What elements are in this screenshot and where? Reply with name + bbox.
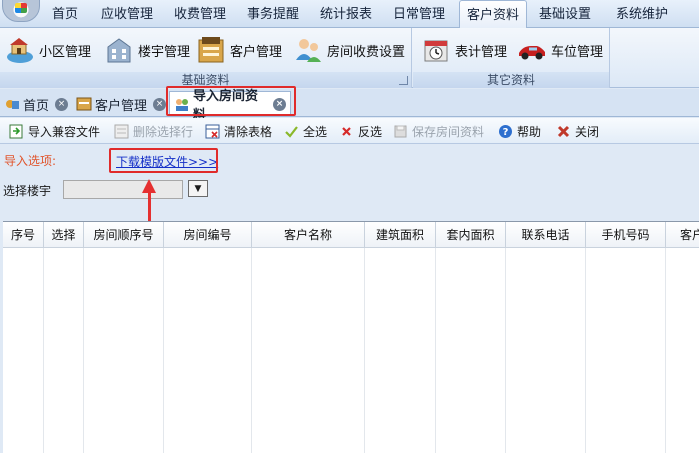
save-room-data-label: 保存房间资料: [412, 124, 485, 139]
room-data-grid[interactable]: 序号 选择 房间顺序号 房间编号 客户名称 建筑面积 套内面积 联系电话 手机号…: [3, 221, 699, 453]
invert-selection-label: 反选: [358, 124, 383, 139]
import-options-label: 导入选项:: [4, 154, 57, 168]
community-management-button[interactable]: 小区管理: [5, 33, 91, 67]
clear-table-icon: [205, 124, 220, 139]
ribbon-group-other: 表计管理 车位管理 其它资料: [413, 28, 610, 88]
tab-customer-management-label: 客户管理: [95, 98, 148, 114]
community-management-label: 小区管理: [39, 44, 92, 60]
save-room-data-button[interactable]: 保存房间资料: [393, 122, 484, 140]
meter-management-button[interactable]: 表计管理: [421, 33, 507, 67]
clear-table-label: 清除表格: [224, 124, 273, 139]
menu-reports[interactable]: 统计报表: [311, 0, 381, 28]
help-button[interactable]: ? 帮助: [498, 122, 541, 140]
select-all-button[interactable]: 全选: [284, 122, 327, 140]
close-label: 关闭: [575, 124, 600, 139]
parking-management-button[interactable]: 车位管理: [517, 33, 603, 67]
customer-file-icon: [196, 35, 226, 65]
tab-customer-management[interactable]: 客户管理 ×: [72, 93, 170, 115]
help-icon: ?: [498, 124, 513, 139]
menu-system-maintenance[interactable]: 系统维护: [604, 0, 680, 28]
meter-management-label: 表计管理: [455, 44, 508, 60]
app-logo-icon[interactable]: [2, 0, 40, 22]
dialog-launcher-icon[interactable]: [399, 76, 408, 85]
column-header-select[interactable]: 选择: [44, 222, 84, 248]
main-menu-bar: 首页 应收管理 收费管理 事务提醒 统计报表 日常管理 客户资料 基础设置 系统…: [0, 0, 699, 29]
import-file-button[interactable]: 导入兼容文件: [9, 122, 100, 140]
grid-column-body: [44, 248, 84, 453]
menu-receivables[interactable]: 应收管理: [92, 0, 162, 28]
grid-column-body: [3, 248, 44, 453]
tab-home-label: 首页: [23, 98, 50, 114]
grid-header: 序号 选择 房间顺序号 房间编号 客户名称 建筑面积 套内面积 联系电话 手机号…: [3, 222, 699, 248]
grid-column-body: [365, 248, 436, 453]
menu-daily[interactable]: 日常管理: [384, 0, 454, 28]
document-tabs: 首页 × 客户管理 × 导入房间资料 ×: [0, 86, 699, 123]
column-header-building-area[interactable]: 建筑面积: [365, 222, 436, 248]
tab-highlight-annotation: [166, 86, 296, 116]
svg-text:?: ?: [503, 127, 509, 138]
community-icon: [5, 35, 35, 65]
cross-icon: [339, 124, 354, 139]
column-header-contact-phone[interactable]: 联系电话: [506, 222, 586, 248]
close-tab-customer-icon[interactable]: ×: [153, 97, 167, 111]
parking-management-label: 车位管理: [551, 44, 604, 60]
grid-column-body: [436, 248, 506, 453]
select-building-label: 选择楼宇: [3, 184, 52, 198]
customer-tab-icon: [76, 96, 92, 112]
grid-column-body: [506, 248, 586, 453]
column-header-room-number[interactable]: 房间编号: [164, 222, 252, 248]
close-button[interactable]: 关闭: [556, 122, 599, 140]
select-all-label: 全选: [303, 124, 328, 139]
column-header-inner-area[interactable]: 套内面积: [436, 222, 506, 248]
building-management-button[interactable]: 楼宇管理: [104, 33, 190, 67]
grid-column-body: [586, 248, 666, 453]
users-icon: [293, 35, 323, 65]
menu-home[interactable]: 首页: [43, 0, 87, 28]
menu-customer-data[interactable]: 客户资料: [459, 0, 527, 29]
import-options-panel: 导入选项: 下载模版文件>>> 选择楼宇 ▼: [0, 145, 699, 256]
building-icon: [104, 35, 134, 65]
import-file-label: 导入兼容文件: [28, 124, 101, 139]
close-tab-home-icon[interactable]: ×: [55, 97, 69, 111]
link-highlight-annotation: [109, 148, 218, 173]
home-tab-icon: [4, 96, 20, 112]
clock-icon: [421, 35, 451, 65]
close-icon: [556, 124, 571, 139]
column-header-customer[interactable]: 客户: [666, 222, 699, 248]
building-management-label: 楼宇管理: [138, 44, 191, 60]
check-icon: [284, 124, 299, 139]
column-header-room-order[interactable]: 房间顺序号: [84, 222, 164, 248]
grid-column-body: [252, 248, 365, 453]
delete-rows-icon: [114, 124, 129, 139]
menu-reminders[interactable]: 事务提醒: [238, 0, 308, 28]
room-charge-settings-label: 房间收费设置: [327, 44, 406, 60]
customer-management-label: 客户管理: [230, 44, 283, 60]
import-icon: [9, 124, 24, 139]
menu-charges[interactable]: 收费管理: [165, 0, 235, 28]
help-label: 帮助: [517, 124, 542, 139]
building-select[interactable]: [63, 180, 183, 199]
customer-management-button[interactable]: 客户管理: [196, 33, 282, 67]
column-header-mobile[interactable]: 手机号码: [586, 222, 666, 248]
grid-column-body: [84, 248, 164, 453]
column-header-index[interactable]: 序号: [3, 222, 44, 248]
save-icon: [393, 124, 408, 139]
menu-basic-settings[interactable]: 基础设置: [530, 0, 600, 28]
ribbon-group-other-label: 其它资料: [413, 72, 609, 88]
room-charge-settings-button[interactable]: 房间收费设置: [293, 33, 405, 67]
ribbon-group-basic: 小区管理 楼宇管理 客户管理 房间收费设置 基础资料: [0, 28, 412, 88]
toolbar: 导入兼容文件 删除选择行 清除表格 全选 反选 保存房间资料 ? 帮助 关闭: [0, 118, 699, 144]
car-icon: [517, 35, 547, 65]
grid-column-body: [164, 248, 252, 453]
column-header-customer-name[interactable]: 客户名称: [252, 222, 365, 248]
delete-rows-label: 删除选择行: [133, 124, 194, 139]
invert-selection-button[interactable]: 反选: [339, 122, 382, 140]
building-dropdown-arrow-icon[interactable]: ▼: [188, 180, 208, 197]
tab-home[interactable]: 首页 ×: [0, 93, 72, 115]
ribbon: 小区管理 楼宇管理 客户管理 房间收费设置 基础资料 表计管理 车位管理 其它资…: [0, 28, 699, 88]
delete-rows-button[interactable]: 删除选择行: [114, 122, 193, 140]
clear-table-button[interactable]: 清除表格: [205, 122, 272, 140]
